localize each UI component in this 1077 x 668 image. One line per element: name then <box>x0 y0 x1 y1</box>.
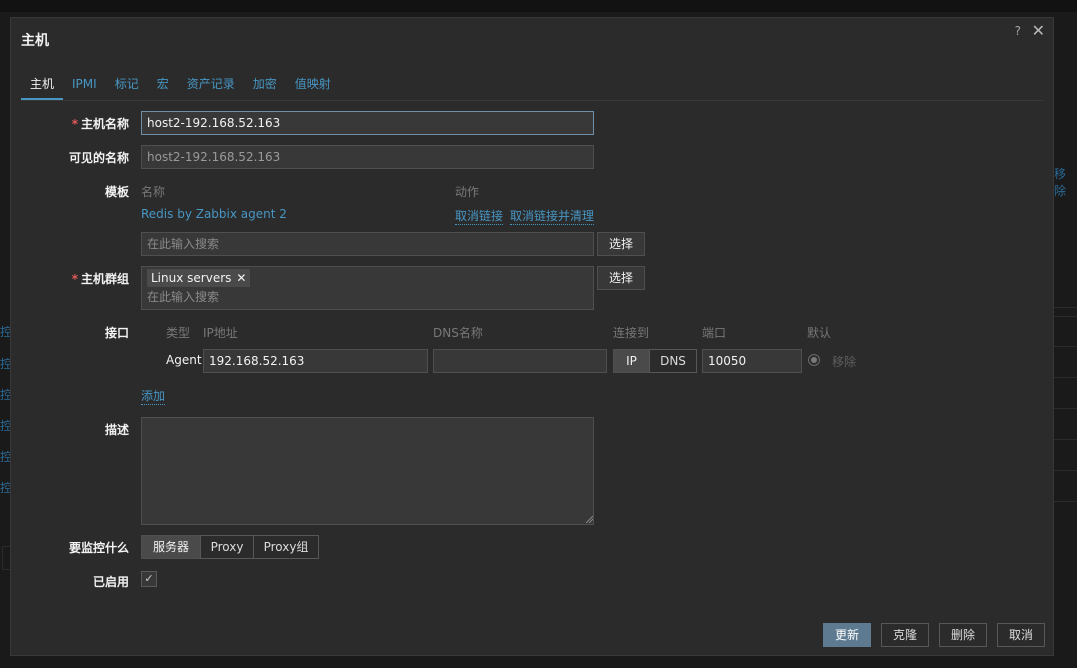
monitored-by-proxy[interactable]: Proxy <box>200 535 254 559</box>
required-asterisk: * <box>71 272 78 286</box>
interface-dns-input[interactable] <box>433 349 607 373</box>
description-textarea[interactable] <box>141 417 594 525</box>
required-asterisk: * <box>71 117 78 131</box>
host-name-label: * 主机名称 <box>71 117 129 131</box>
interface-ip-header: IP地址 <box>203 326 238 340</box>
tab-bar: 主机 IPMI 标记 宏 资产记录 加密 值映射 <box>21 76 340 100</box>
background-row-divider <box>1054 316 1077 317</box>
tab-ipmi[interactable]: IPMI <box>63 76 106 100</box>
host-dialog: 主机 ? ✕ 主机 IPMI 标记 宏 资产记录 加密 值映射 * 主机名称 ho… <box>10 17 1054 656</box>
templates-action-header: 动作 <box>455 185 480 199</box>
interface-type-header: 类型 <box>166 326 191 340</box>
interface-port-header: 端口 <box>702 326 727 340</box>
help-icon[interactable]: ? <box>1015 24 1021 38</box>
delete-button[interactable]: 删除 <box>939 623 987 647</box>
host-groups-multiselect[interactable]: Linux servers ✕ 在此输入搜索 <box>141 266 594 310</box>
cancel-button[interactable]: 取消 <box>997 623 1045 647</box>
templates-name-header: 名称 <box>141 185 166 199</box>
background-row-divider <box>1054 470 1077 471</box>
connect-ip-toggle[interactable]: IP <box>613 349 650 373</box>
templates-label: 模板 <box>104 185 129 199</box>
interface-ip-input[interactable]: 192.168.52.163 <box>203 349 428 373</box>
interface-type: Agent <box>166 353 202 367</box>
tab-macros[interactable]: 宏 <box>148 76 178 100</box>
visible-name-label: 可见的名称 <box>68 151 129 165</box>
tab-host[interactable]: 主机 <box>21 76 64 100</box>
interface-connect-header: 连接到 <box>613 326 650 340</box>
tab-tags[interactable]: 标记 <box>106 76 148 100</box>
add-interface-link[interactable]: 添加 <box>141 387 166 405</box>
host-groups-select-button[interactable]: 选择 <box>597 266 645 290</box>
background-row-divider <box>1054 408 1077 409</box>
interfaces-label: 接口 <box>104 326 129 340</box>
host-groups-search-input[interactable]: 在此输入搜索 <box>147 288 219 306</box>
clone-button[interactable]: 克隆 <box>881 623 929 647</box>
template-search-input[interactable]: 在此输入搜索 <box>141 232 594 256</box>
interface-remove-link: 移除 <box>832 355 857 369</box>
unlink-link[interactable]: 取消链接 <box>455 207 504 225</box>
interface-port-input[interactable]: 10050 <box>702 349 802 373</box>
connect-dns-toggle[interactable]: DNS <box>649 349 697 373</box>
description-label: 描述 <box>104 423 129 437</box>
tab-value-mapping[interactable]: 值映射 <box>286 76 340 100</box>
background-row-divider <box>1054 377 1077 378</box>
enabled-label: 已启用 <box>92 575 129 589</box>
host-group-chip: Linux servers ✕ <box>147 269 251 287</box>
tab-divider <box>21 100 1044 101</box>
background-remove-link: 移除 <box>1054 167 1067 198</box>
template-link[interactable]: Redis by Zabbix agent 2 <box>141 207 287 221</box>
host-groups-label: * 主机群组 <box>71 272 129 286</box>
enabled-checkbox[interactable]: ✓ <box>141 571 157 587</box>
interface-default-header: 默认 <box>807 326 832 340</box>
background-header <box>0 0 1077 12</box>
template-select-button[interactable]: 选择 <box>597 232 645 256</box>
unlink-and-clear-link[interactable]: 取消链接并清理 <box>510 207 595 225</box>
host-name-input[interactable]: host2-192.168.52.163 <box>141 111 594 135</box>
dialog-title: 主机 <box>21 33 49 49</box>
background-row-divider <box>1054 501 1077 502</box>
monitored-by-proxy-group[interactable]: Proxy组 <box>253 535 319 559</box>
interface-dns-header: DNS名称 <box>433 326 483 340</box>
background-row-divider <box>1054 439 1077 440</box>
close-icon[interactable]: ✕ <box>1032 21 1045 40</box>
background-row-divider <box>1054 307 1077 308</box>
tab-inventory[interactable]: 资产记录 <box>178 76 244 100</box>
update-button[interactable]: 更新 <box>823 623 871 647</box>
visible-name-input[interactable]: host2-192.168.52.163 <box>141 145 594 169</box>
monitored-by-server[interactable]: 服务器 <box>141 535 201 559</box>
monitored-by-label: 要监控什么 <box>68 541 129 555</box>
chip-remove-icon[interactable]: ✕ <box>236 271 246 285</box>
default-interface-radio[interactable] <box>808 354 820 366</box>
tab-encryption[interactable]: 加密 <box>244 76 286 100</box>
background-row-divider <box>1054 346 1077 347</box>
resize-handle-icon[interactable] <box>585 515 593 523</box>
